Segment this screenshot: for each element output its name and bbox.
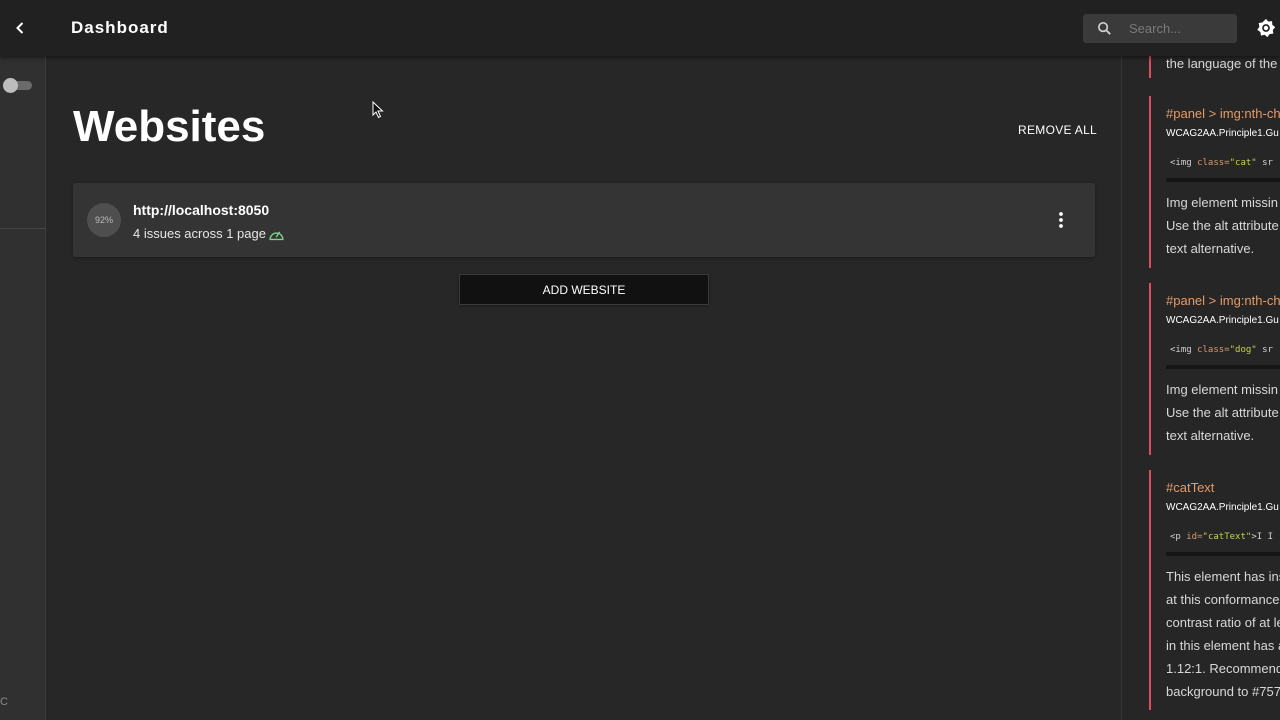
app-title: Dashboard <box>71 18 169 37</box>
issue-message-line: in this element has a <box>1166 638 1280 653</box>
remove-all-button[interactable]: REMOVE ALL <box>1010 118 1105 142</box>
issue-code-snippet: <img class="dog" sr <box>1170 345 1273 355</box>
issue-code-snippet: <img class="cat" sr <box>1170 158 1273 168</box>
issue-item[interactable]: #panel > img:nth-ch WCAG2AA.Principle1.G… <box>1149 96 1280 268</box>
issue-message-line: contrast ratio of at le <box>1166 615 1280 630</box>
code-scrollbar[interactable] <box>1166 552 1280 556</box>
issue-message-line: Use the alt attribute <box>1166 405 1279 420</box>
search-icon <box>1097 21 1111 35</box>
toggle-knob <box>3 78 18 93</box>
issue-code: WCAG2AA.Principle1.Gu <box>1166 315 1279 326</box>
add-website-button[interactable]: ADD WEBSITE <box>459 274 709 305</box>
score-badge: 92% <box>87 203 121 237</box>
issue-selector: #panel > img:nth-ch <box>1166 293 1280 308</box>
issue-message-line: background to #757 <box>1166 684 1280 699</box>
issue-message-line: 1.12:1. Recommend <box>1166 661 1280 676</box>
website-issue-summary: 4 issues across 1 page <box>133 226 266 241</box>
search-input[interactable] <box>1129 14 1233 43</box>
speedometer-icon <box>269 231 284 241</box>
issue-selector: #catText <box>1166 480 1215 495</box>
issue-selector: #panel > img:nth-ch <box>1166 106 1280 121</box>
drawer-divider <box>0 228 46 229</box>
issue-item[interactable]: #catText WCAG2AA.Principle1.Gu <p id="ca… <box>1149 470 1280 710</box>
issue-message-line: Img element missin <box>1166 382 1278 397</box>
drawer-toggle-switch[interactable] <box>3 78 32 93</box>
mouse-cursor-icon <box>372 101 384 119</box>
issue-code: WCAG2AA.Principle1.Gu <box>1166 128 1279 139</box>
issue-message-line: text alternative. <box>1166 241 1255 256</box>
issue-message-line: Use the alt attribute <box>1166 218 1279 233</box>
issue-message-line: at this conformance <box>1166 592 1280 607</box>
website-url[interactable]: http://localhost:8050 <box>133 202 269 218</box>
search-box[interactable] <box>1083 14 1237 43</box>
back-button[interactable] <box>8 16 32 40</box>
issue-code-snippet: <p id="catText">I I <box>1170 532 1273 542</box>
theme-toggle-button[interactable] <box>1255 17 1277 39</box>
code-scrollbar[interactable] <box>1166 178 1280 182</box>
side-drawer: C <box>0 0 46 720</box>
website-card[interactable]: 92% http://localhost:8050 4 issues acros… <box>73 183 1095 257</box>
issues-panel: the language of the #panel > img:nth-ch … <box>1121 0 1280 720</box>
issue-message-line: Img element missin <box>1166 195 1278 210</box>
chevron-left-icon <box>16 22 24 34</box>
brightness-icon <box>1257 18 1276 38</box>
page-title: Websites <box>73 102 266 151</box>
app-bar: Dashboard <box>0 0 1280 56</box>
code-scrollbar[interactable] <box>1166 365 1280 369</box>
more-vert-icon <box>1059 212 1063 228</box>
issue-item[interactable]: #panel > img:nth-ch WCAG2AA.Principle1.G… <box>1149 283 1280 455</box>
drawer-footer-text: C <box>0 696 8 708</box>
issue-message-line: text alternative. <box>1166 428 1255 443</box>
issue-code: WCAG2AA.Principle1.Gu <box>1166 502 1279 513</box>
issue-message-line: This element has ins <box>1166 569 1280 584</box>
more-options-button[interactable] <box>1050 209 1072 231</box>
